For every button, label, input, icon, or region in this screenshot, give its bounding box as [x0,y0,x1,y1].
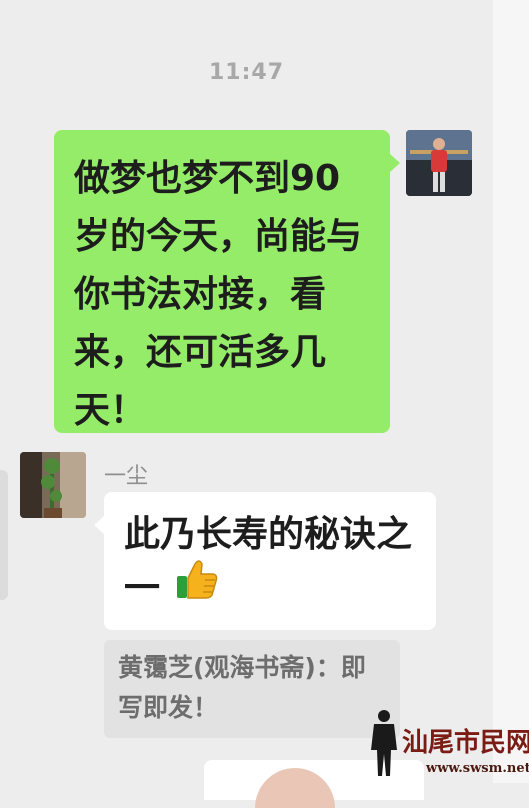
quoted-message[interactable]: 黄霭芝(观海书斋)：即写即发！ [104,640,400,738]
watermark-url: www.swsm.net [426,761,529,776]
outgoing-message-text: 做梦也梦不到90岁的今天，尚能与你书法对接，看来，还可活多几天！ [74,158,363,431]
message-timestamp: 11:47 [208,60,285,85]
incoming-message-text: 此乃长寿的秘诀之一 [124,514,413,609]
avatar-photo-icon [20,452,86,518]
outgoing-message-bubble[interactable]: 做梦也梦不到90岁的今天，尚能与你书法对接，看来，还可活多几天！ [54,130,400,433]
avatar-photo-icon [406,130,472,196]
side-drawer-handle[interactable] [0,470,8,600]
site-watermark: 汕尾市民网 www.swsm.net [362,706,529,783]
sender-name: 一尘 [104,464,149,489]
standing-figure-icon [371,710,397,776]
thumbs-up-icon [175,556,219,616]
my-avatar[interactable] [406,130,472,196]
sender-avatar[interactable] [20,452,86,518]
incoming-message-bubble[interactable]: 此乃长寿的秘诀之一 [94,492,436,630]
quoted-message-text: 黄霭芝(观海书斋)：即写即发！ [118,653,366,722]
scrollbar-track[interactable] [493,0,529,783]
watermark-title: 汕尾市民网 [402,728,529,758]
